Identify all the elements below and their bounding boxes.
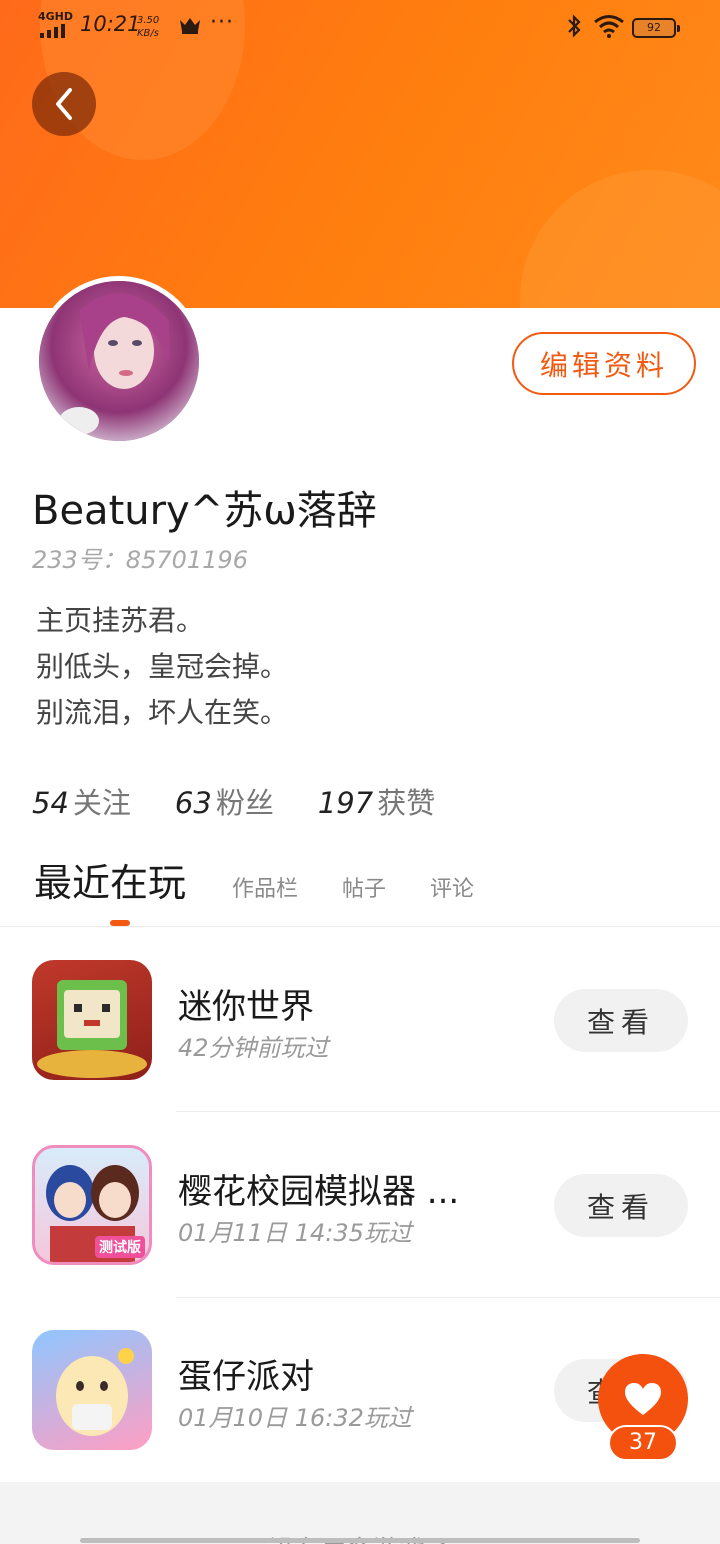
tab-recently-played[interactable]: 最近在玩 (34, 852, 186, 907)
profile-tabs: 最近在玩 作品栏 帖子 评论 (34, 852, 518, 907)
stat-label: 粉丝 (215, 786, 274, 820)
view-button[interactable]: 查看 (554, 989, 688, 1052)
profile-stats: 54 关注 63 粉丝 197 获赞 (32, 780, 435, 822)
game-title: 迷你世界 (178, 987, 314, 1027)
network-speed: 3.50 KB/s (137, 14, 159, 40)
stat-likes[interactable]: 197 获赞 (318, 780, 435, 822)
game-badge: 测试版 (95, 1236, 145, 1258)
header-decoration (520, 170, 720, 308)
crown-icon (178, 15, 202, 39)
battery-indicator: 92 (632, 18, 680, 38)
status-time: 10:21 (80, 12, 141, 36)
game-icon-sakura-school: 测试版 (32, 1145, 152, 1265)
game-icon-mini-world (32, 960, 152, 1080)
home-indicator[interactable] (80, 1538, 640, 1543)
bio-line: 别流泪，坏人在笑。 (36, 696, 289, 729)
game-played-time: 01月10日 16:32玩过 (178, 1404, 412, 1432)
back-button[interactable] (32, 72, 96, 136)
stat-following[interactable]: 54 关注 (32, 780, 131, 822)
game-icon-eggy-party (32, 1330, 152, 1450)
stat-number: 197 (317, 786, 374, 820)
tab-works[interactable]: 作品栏 (232, 871, 298, 907)
stat-label: 获赞 (377, 786, 436, 820)
speed-value: 3.50 (137, 15, 160, 26)
tab-posts[interactable]: 帖子 (342, 871, 386, 907)
avatar[interactable] (34, 276, 204, 446)
wifi-icon (593, 14, 625, 43)
stat-number: 54 (32, 786, 69, 820)
bio-line: 别低头，皇冠会掉。 (36, 650, 289, 683)
game-played-time: 01月11日 14:35玩过 (178, 1219, 412, 1247)
edit-profile-button[interactable]: 编辑资料 (512, 332, 696, 395)
list-item[interactable]: 迷你世界 42分钟前玩过 查看 (0, 927, 720, 1112)
bluetooth-icon (566, 14, 582, 43)
bio-line: 主页挂苏君。 (36, 604, 205, 637)
profile-header-banner: 4GHD 10:21 3.50 KB/s ··· 92 (0, 0, 720, 308)
more-icon: ··· (210, 10, 234, 35)
status-bar: 4GHD 10:21 3.50 KB/s ··· 92 (0, 0, 720, 52)
tab-comments[interactable]: 评论 (430, 871, 474, 907)
like-count-badge: 37 (608, 1425, 678, 1461)
signal-icon (40, 24, 65, 38)
back-arrow-icon (56, 88, 72, 120)
user-id: 233号：85701196 (32, 546, 248, 574)
profile-name: Beatury^苏ω落辞 (32, 488, 377, 534)
heart-icon (625, 1383, 661, 1415)
view-button[interactable]: 查看 (554, 1174, 688, 1237)
avatar-image (39, 281, 199, 441)
speed-unit: KB/s (137, 28, 159, 39)
network-type: 4GHD (38, 10, 74, 23)
game-title: 樱花校园模拟器 ... (178, 1172, 460, 1212)
profile-bio: 主页挂苏君。 别低头，皇冠会掉。 别流泪，坏人在笑。 (36, 598, 288, 736)
stat-number: 63 (174, 786, 212, 820)
game-played-time: 42分钟前玩过 (178, 1034, 329, 1062)
stat-followers[interactable]: 63 粉丝 (175, 780, 274, 822)
game-title: 蛋仔派对 (178, 1357, 314, 1397)
list-item[interactable]: 测试版 樱花校园模拟器 ... 01月11日 14:35玩过 查看 (0, 1112, 720, 1297)
stat-label: 关注 (72, 786, 131, 820)
